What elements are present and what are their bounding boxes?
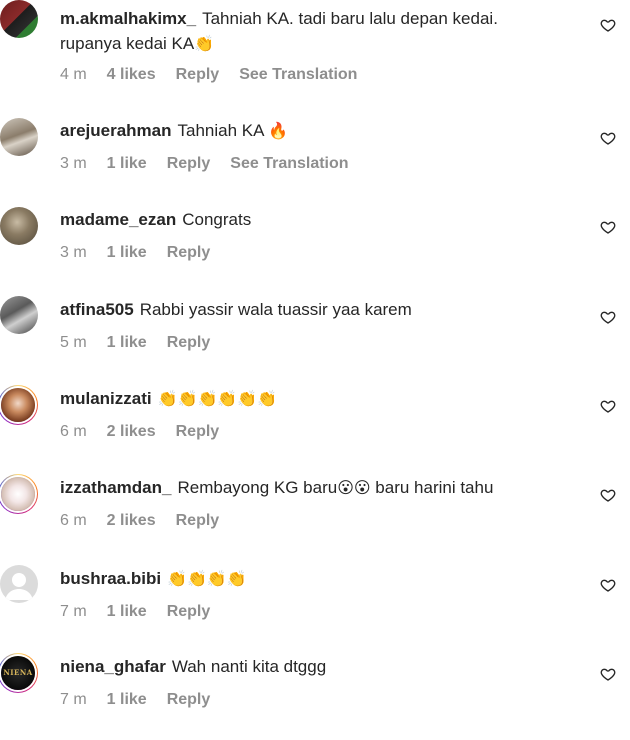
comment-item: m.akmalhakimx_ Tahniah KA. tadi baru lalu… — [0, 0, 630, 83]
username[interactable]: madame_ezan — [60, 210, 176, 229]
comment-meta: 7 m 1 like Reply — [60, 691, 230, 709]
avatar[interactable] — [0, 0, 38, 38]
surprised-emoji: 😮😮 — [337, 480, 371, 497]
comment-text: madame_ezan Congrats — [60, 209, 590, 231]
comment-item: arejuerahman Tahniah KA 🔥 3 m 1 like Reply S… — [0, 118, 630, 178]
comment-body: Wah nanti kita dtggg — [171, 657, 327, 676]
avatar-image — [1, 388, 35, 422]
timestamp: 5 m — [60, 334, 87, 351]
clap-emoji: 👏👏👏👏👏👏 — [157, 391, 278, 408]
brand-logo: NIENA — [3, 668, 33, 677]
comment-text: m.akmalhakimx_ Tahniah KA. tadi baru lalu… — [60, 8, 590, 30]
timestamp: 7 m — [60, 691, 87, 708]
comment-meta: 3 m 1 like Reply See Translation — [60, 155, 369, 173]
username[interactable]: bushraa.bibi — [60, 569, 161, 588]
reply-button[interactable]: Reply — [167, 603, 211, 620]
username[interactable]: izzathamdan_ — [60, 478, 171, 497]
reply-button[interactable]: Reply — [167, 691, 211, 708]
username[interactable]: arejuerahman — [60, 121, 172, 140]
likes-count[interactable]: 1 like — [107, 603, 147, 620]
heart-outline-icon[interactable] — [600, 309, 616, 325]
clap-emoji: 👏👏👏👏 — [167, 571, 247, 588]
reply-button[interactable]: Reply — [176, 66, 220, 83]
clap-emoji: 👏 — [194, 36, 215, 53]
comment-text: atfina505 Rabbi yassir wala tuassir yaa k… — [60, 299, 590, 321]
heart-outline-icon[interactable] — [600, 17, 616, 33]
comment-body: rupanya kedai KA — [60, 34, 195, 53]
comment-item: mulanizzati 👏👏👏👏👏👏 6 m 2 likes Reply — [0, 385, 630, 445]
avatar-image — [0, 565, 38, 603]
comment-body: Tahniah KA. tadi baru lalu depan kedai. — [202, 9, 498, 28]
reply-button[interactable]: Reply — [176, 423, 220, 440]
fire-emoji: 🔥 — [268, 123, 289, 140]
avatar-with-story-ring[interactable]: NIENA — [0, 653, 38, 693]
timestamp: 6 m — [60, 423, 87, 440]
reply-button[interactable]: Reply — [167, 155, 211, 172]
comment-meta: 6 m 2 likes Reply — [60, 512, 239, 530]
comment-meta: 5 m 1 like Reply — [60, 334, 230, 352]
comment-item: madame_ezan Congrats 3 m 1 like Reply — [0, 207, 630, 267]
reply-button[interactable]: Reply — [176, 512, 220, 529]
comment-body: Rembayong KG baru — [177, 478, 338, 497]
likes-count[interactable]: 2 likes — [107, 512, 156, 529]
comment-text: niena_ghafar Wah nanti kita dtggg — [60, 656, 590, 678]
comment-item: izzathamdan_ Rembayong KG baru😮😮 baru har… — [0, 474, 630, 534]
comment-item: bushraa.bibi 👏👏👏👏 7 m 1 like Reply — [0, 565, 630, 625]
heart-outline-icon[interactable] — [600, 219, 616, 235]
heart-outline-icon[interactable] — [600, 666, 616, 682]
avatar-with-story-ring[interactable] — [0, 474, 38, 514]
timestamp: 4 m — [60, 66, 87, 83]
heart-outline-icon[interactable] — [600, 398, 616, 414]
comment-meta: 3 m 1 like Reply — [60, 244, 230, 262]
comment-text: arejuerahman Tahniah KA 🔥 — [60, 120, 590, 142]
comment-text: mulanizzati 👏👏👏👏👏👏 — [60, 388, 590, 410]
likes-count[interactable]: 1 like — [107, 155, 147, 172]
comment-item: NIENA niena_ghafar Wah nanti kita dtggg 7… — [0, 653, 630, 713]
comment-text: izzathamdan_ Rembayong KG baru😮😮 baru har… — [60, 477, 590, 499]
likes-count[interactable]: 4 likes — [107, 66, 156, 83]
likes-count[interactable]: 1 like — [107, 244, 147, 261]
comment-body: Rabbi yassir wala tuassir yaa karem — [139, 300, 412, 319]
likes-count[interactable]: 2 likes — [107, 423, 156, 440]
comment-text: bushraa.bibi 👏👏👏👏 — [60, 568, 590, 590]
comment-body: Tahniah KA — [177, 121, 264, 140]
timestamp: 6 m — [60, 512, 87, 529]
username[interactable]: m.akmalhakimx_ — [60, 9, 196, 28]
reply-button[interactable]: Reply — [167, 334, 211, 351]
timestamp: 7 m — [60, 603, 87, 620]
avatar-image — [1, 477, 35, 511]
heart-outline-icon[interactable] — [600, 130, 616, 146]
timestamp: 3 m — [60, 155, 87, 172]
default-user-icon — [5, 573, 33, 600]
see-translation-button[interactable]: See Translation — [239, 66, 357, 83]
avatar[interactable] — [0, 565, 38, 603]
heart-outline-icon[interactable] — [600, 577, 616, 593]
avatar-image — [0, 296, 38, 334]
likes-count[interactable]: 1 like — [107, 334, 147, 351]
avatar[interactable] — [0, 207, 38, 245]
likes-count[interactable]: 1 like — [107, 691, 147, 708]
comment-item: atfina505 Rabbi yassir wala tuassir yaa k… — [0, 296, 630, 356]
comment-body-continued: baru harini tahu — [375, 478, 494, 497]
avatar-image — [0, 118, 38, 156]
avatar-with-story-ring[interactable] — [0, 385, 38, 425]
username[interactable]: mulanizzati — [60, 389, 152, 408]
avatar[interactable] — [0, 118, 38, 156]
comment-meta: 6 m 2 likes Reply — [60, 423, 239, 441]
heart-outline-icon[interactable] — [600, 487, 616, 503]
reply-button[interactable]: Reply — [167, 244, 211, 261]
comment-body: Congrats — [182, 210, 252, 229]
avatar-image — [0, 207, 38, 245]
avatar-image — [0, 0, 38, 38]
avatar-image: NIENA — [1, 656, 35, 690]
see-translation-button[interactable]: See Translation — [230, 155, 348, 172]
comment-text-continued: rupanya kedai KA👏 — [60, 33, 590, 55]
avatar[interactable] — [0, 296, 38, 334]
username[interactable]: atfina505 — [60, 300, 134, 319]
timestamp: 3 m — [60, 244, 87, 261]
comment-meta: 7 m 1 like Reply — [60, 603, 230, 621]
comment-meta: 4 m 4 likes Reply See Translation — [60, 66, 377, 84]
username[interactable]: niena_ghafar — [60, 657, 166, 676]
